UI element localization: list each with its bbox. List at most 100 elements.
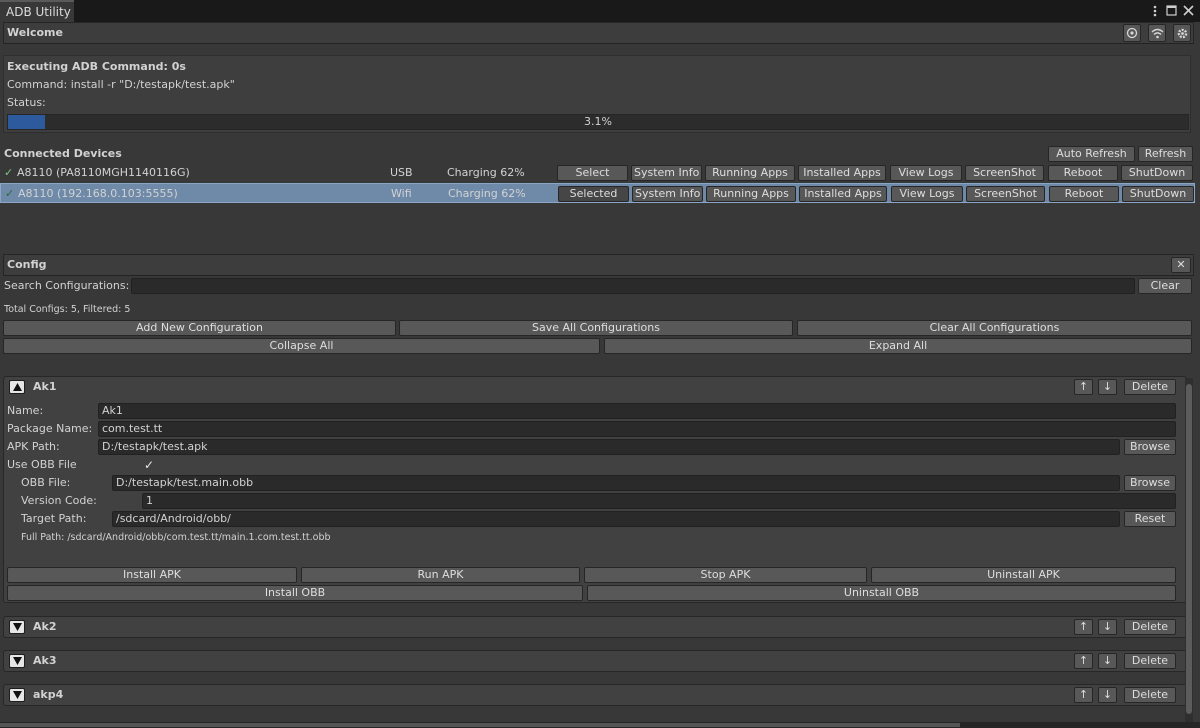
exec-panel: Executing ADB Command: 0s Command: insta… [3,55,1191,133]
move-down-button[interactable]: ↓ [1098,379,1117,395]
shutdown-button[interactable]: ShutDown [1121,165,1193,181]
welcome-title: Welcome [7,26,63,39]
shutdown-button[interactable]: ShutDown [1122,186,1194,202]
name-field[interactable]: Ak1 [98,403,1176,419]
running-apps-button[interactable]: Running Apps [706,186,796,202]
device-name: A8110 (PA8110MGH1140116G) [17,166,190,179]
use-obb-label: Use OBB File [7,458,77,471]
stop-apk-button[interactable]: Stop APK [584,567,867,583]
device-status-check: ✓ [4,166,14,179]
package-field[interactable]: com.test.tt [98,421,1176,437]
delete-button[interactable]: Delete [1124,379,1176,395]
expand-toggle[interactable] [9,654,25,668]
config-scrollbar[interactable] [1185,378,1193,722]
config-header: Config ✕ [3,254,1194,276]
apk-browse-button[interactable]: Browse [1124,439,1176,455]
view-logs-button[interactable]: View Logs [890,165,962,181]
device-connection: Wifi [391,187,412,200]
config-item-title: Ak3 [33,654,57,667]
move-down-button[interactable]: ↓ [1098,619,1117,635]
move-up-button[interactable]: ↑ [1074,687,1093,703]
add-configuration-button[interactable]: Add New Configuration [3,320,396,336]
obb-browse-button[interactable]: Browse [1124,475,1176,491]
config-item-collapsed: Ak3 ↑ ↓ Delete [3,650,1187,672]
maximize-icon[interactable] [1166,5,1177,16]
config-item-title: Ak2 [33,620,57,633]
search-input[interactable] [131,278,1135,294]
uninstall-apk-button[interactable]: Uninstall APK [871,567,1176,583]
triangle-down-icon [13,623,22,631]
system-info-button[interactable]: System Info [632,186,703,202]
menu-dots-icon[interactable] [1150,4,1160,18]
target-button[interactable] [1123,24,1141,42]
close-icon[interactable] [1183,5,1194,16]
device-select-button[interactable]: Selected [558,186,629,202]
apk-path-field[interactable]: D:/testapk/test.apk [98,439,1120,455]
move-down-button[interactable]: ↓ [1098,653,1117,669]
obb-file-field[interactable]: D:/testapk/test.main.obb [112,475,1120,491]
use-obb-checkbox[interactable]: ✓ [142,458,156,472]
view-logs-button[interactable]: View Logs [891,186,963,202]
move-up-button[interactable]: ↑ [1074,379,1093,395]
config-item-title: akp4 [33,688,64,701]
target-path-label: Target Path: [21,512,87,525]
horizontal-scrollbar-thumb[interactable] [0,723,960,727]
running-apps-button[interactable]: Running Apps [705,165,795,181]
expand-toggle[interactable] [9,620,25,634]
exec-status-label: Status: [7,96,46,109]
expand-all-button[interactable]: Expand All [604,338,1192,354]
window-tab[interactable]: ADB Utility [0,0,74,22]
config-close-button[interactable]: ✕ [1171,257,1191,273]
auto-refresh-button[interactable]: Auto Refresh [1048,146,1135,162]
wifi-button[interactable] [1148,24,1166,42]
screenshot-button[interactable]: ScreenShot [966,186,1045,202]
horizontal-scrollbar[interactable] [0,722,1200,728]
gear-icon [1177,28,1188,39]
expand-toggle[interactable] [9,688,25,702]
device-name: A8110 (192.168.0.103:5555) [18,187,178,200]
device-row[interactable]: ✓ A8110 (PA8110MGH1140116G) USB Charging 62… [0,163,1195,183]
config-title: Config [7,258,47,271]
config-item-collapsed: Ak2 ↑ ↓ Delete [3,616,1187,638]
uninstall-obb-button[interactable]: Uninstall OBB [587,585,1176,601]
reset-button[interactable]: Reset [1124,511,1176,527]
welcome-header: Welcome [3,22,1194,44]
close-icon: ✕ [1176,258,1186,271]
target-path-field[interactable]: /sdcard/Android/obb/ [112,511,1120,527]
device-select-button[interactable]: Select [557,165,628,181]
move-down-button[interactable]: ↓ [1098,687,1117,703]
config-item-title: Ak1 [33,380,57,393]
save-all-button[interactable]: Save All Configurations [399,320,793,336]
settings-button[interactable] [1173,24,1191,42]
installed-apps-button[interactable]: Installed Apps [798,165,886,181]
config-scrollbar-thumb[interactable] [1186,384,1192,714]
triangle-up-icon [13,383,22,391]
clear-all-button[interactable]: Clear All Configurations [797,320,1192,336]
screenshot-button[interactable]: ScreenShot [965,165,1044,181]
refresh-button[interactable]: Refresh [1138,146,1193,162]
config-item-collapsed: akp4 ↑ ↓ Delete [3,684,1187,706]
version-code-label: Version Code: [21,494,97,507]
move-up-button[interactable]: ↑ [1074,619,1093,635]
exec-command: Command: install -r "D:/testapk/test.apk… [7,78,235,91]
install-apk-button[interactable]: Install APK [7,567,297,583]
collapse-toggle[interactable] [9,380,25,394]
device-connection: USB [390,166,413,179]
system-info-button[interactable]: System Info [631,165,702,181]
reboot-button[interactable]: Reboot [1049,186,1119,202]
delete-button[interactable]: Delete [1124,653,1176,669]
full-path-text: Full Path: /sdcard/Android/obb/com.test.… [21,532,331,543]
move-up-button[interactable]: ↑ [1074,653,1093,669]
run-apk-button[interactable]: Run APK [301,567,580,583]
delete-button[interactable]: Delete [1124,619,1176,635]
installed-apps-button[interactable]: Installed Apps [799,186,887,202]
triangle-down-icon [13,691,22,699]
device-battery: Charging 62% [448,187,526,200]
install-obb-button[interactable]: Install OBB [7,585,583,601]
collapse-all-button[interactable]: Collapse All [3,338,600,354]
version-code-field[interactable]: 1 [142,493,1176,509]
delete-button[interactable]: Delete [1124,687,1176,703]
device-row[interactable]: ✓ A8110 (192.168.0.103:5555) Wifi Charging … [0,183,1195,203]
reboot-button[interactable]: Reboot [1048,165,1118,181]
search-clear-button[interactable]: Clear [1138,278,1192,294]
